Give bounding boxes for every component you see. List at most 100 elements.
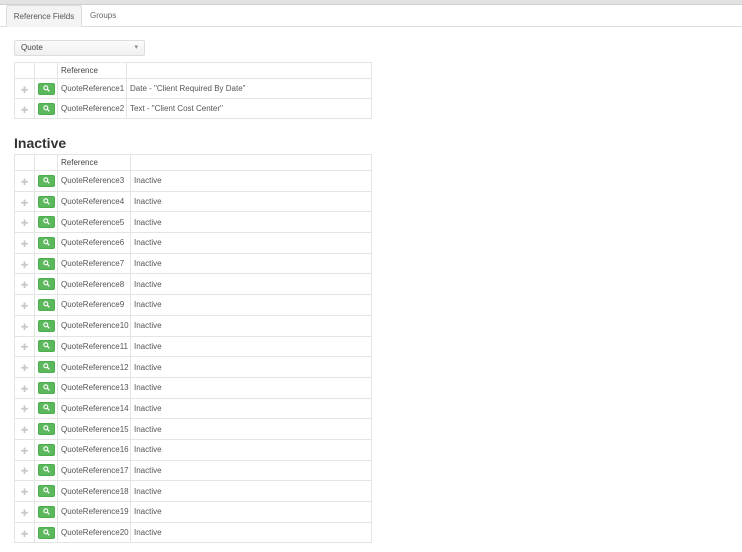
reference-name: QuoteReference16 [57,438,131,461]
table-row: ✚ QuoteReference5 Inactive [14,211,372,234]
table-row: ✚ QuoteReference4 Inactive [14,190,372,213]
reference-name: QuoteReference14 [57,397,131,420]
drag-handle-cell: ✚ [14,501,35,523]
view-reference-button[interactable] [37,381,55,394]
drag-handle-icon[interactable]: ✚ [21,466,29,477]
drag-handle-cell: ✚ [14,397,35,420]
drag-handle-icon[interactable]: ✚ [21,105,29,116]
drag-handle-cell: ✚ [14,211,35,234]
inactive-section-title: Inactive [14,135,67,151]
drag-handle-icon[interactable]: ✚ [21,239,29,250]
drag-handle-icon[interactable]: ✚ [21,404,29,415]
view-reference-button[interactable] [37,340,55,353]
view-reference-button[interactable] [37,443,55,456]
drag-handle-icon[interactable]: ✚ [21,342,29,353]
drag-handle-icon[interactable]: ✚ [21,218,29,229]
view-reference-button[interactable] [37,174,55,187]
view-button-cell [34,376,58,399]
inactive-reference-table: Reference ✚ QuoteReference3 Inactive ✚ Quote… [14,154,372,544]
magnifier-icon [42,404,50,412]
view-button-cell [34,273,58,296]
reference-value: Inactive [130,376,372,399]
drag-handle-cell: ✚ [14,170,35,192]
table-row: ✚ QuoteReference20 Inactive [14,521,372,544]
reference-column-header: Reference [57,62,127,79]
view-button-cell [34,252,58,275]
drag-handle-cell: ✚ [14,314,35,337]
view-reference-button[interactable] [37,257,55,270]
reference-value: Inactive [130,314,372,337]
table-row: ✚ QuoteReference9 Inactive [14,294,372,316]
drag-handle-icon[interactable]: ✚ [21,280,29,291]
value-column-header [130,154,372,171]
view-reference-button[interactable] [37,82,55,95]
view-reference-button[interactable] [37,102,55,115]
drag-handle-icon[interactable]: ✚ [21,85,29,96]
drag-handle-icon[interactable]: ✚ [21,425,29,436]
magnifier-icon [42,383,50,391]
magnifier-icon [42,466,50,474]
view-button-cell [34,501,58,523]
table-header-row: Reference [14,62,372,79]
view-button-cell [34,294,58,316]
view-button-cell [34,480,58,502]
magnifier-icon [42,425,50,432]
view-reference-button[interactable] [37,278,55,291]
view-reference-button[interactable] [37,505,55,518]
drag-handle-cell: ✚ [14,78,35,99]
reference-name: QuoteReference6 [57,232,131,254]
drag-handle-icon[interactable]: ✚ [21,363,29,374]
view-reference-button[interactable] [37,236,55,249]
view-reference-button[interactable] [37,361,55,374]
view-reference-button[interactable] [37,195,55,208]
table-header-row: Reference [14,154,372,171]
view-reference-button[interactable] [37,298,55,311]
magnifier-icon [42,487,50,494]
reference-value: Inactive [130,170,372,192]
drag-handle-icon[interactable]: ✚ [21,446,29,457]
tab-reference-fields[interactable]: Reference Fields [6,5,82,27]
drag-handle-cell: ✚ [14,480,35,502]
view-reference-button[interactable] [37,216,55,229]
drag-handle-icon[interactable]: ✚ [21,177,29,188]
view-reference-button[interactable] [37,526,55,539]
view-reference-button[interactable] [37,423,55,436]
table-row: ✚ QuoteReference19 Inactive [14,501,372,523]
reference-name: QuoteReference19 [57,501,131,523]
magnifier-icon [42,342,50,350]
drag-handle-icon[interactable]: ✚ [21,529,29,540]
view-button-cell [34,232,58,254]
magnifier-icon [42,301,50,308]
drag-handle-icon[interactable]: ✚ [21,198,29,209]
reference-value: Inactive [130,273,372,296]
drag-handle-cell: ✚ [14,356,35,378]
view-reference-button[interactable] [37,485,55,498]
table-row: ✚ QuoteReference17 Inactive [14,459,372,482]
drag-handle-icon[interactable]: ✚ [21,384,29,395]
drag-handle-icon[interactable]: ✚ [21,301,29,312]
drag-handle-icon[interactable]: ✚ [21,487,29,498]
entity-select-value: Quote [21,43,43,52]
reference-name: QuoteReference4 [57,190,131,213]
view-button-cell [34,211,58,234]
view-button-cell [34,170,58,192]
view-reference-button[interactable] [37,464,55,477]
tab-groups[interactable]: Groups [90,5,116,27]
entity-select[interactable]: Quote ▾ [14,40,145,56]
view-reference-button[interactable] [37,402,55,415]
magnifier-icon [42,363,50,370]
table-row: ✚ QuoteReference14 Inactive [14,397,372,420]
view-button-cell [34,98,58,119]
table-row: ✚ QuoteReference3 Inactive [14,170,372,192]
reference-name: QuoteReference18 [57,480,131,502]
drag-handle-icon[interactable]: ✚ [21,260,29,271]
drag-handle-icon[interactable]: ✚ [21,322,29,333]
table-row: ✚ QuoteReference18 Inactive [14,480,372,502]
drag-handle-icon[interactable]: ✚ [21,508,29,519]
magnifier-icon [42,197,50,205]
reference-value: Inactive [130,438,372,461]
reference-name: QuoteReference11 [57,335,131,358]
magnifier-icon [42,528,50,536]
view-reference-button[interactable] [37,319,55,332]
magnifier-icon [42,280,50,288]
